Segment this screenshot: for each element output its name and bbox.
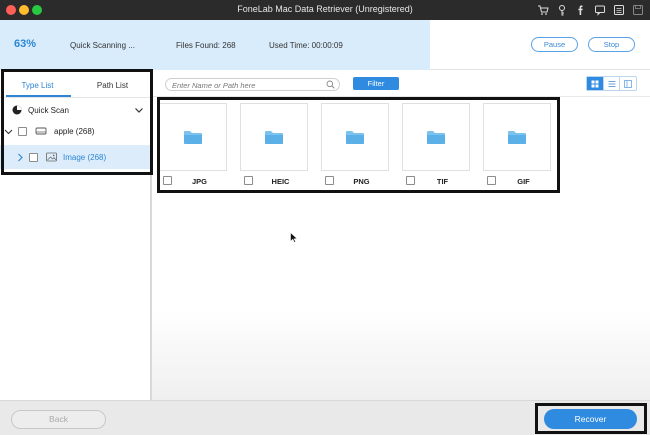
back-button[interactable]: Back	[11, 410, 106, 429]
title-bar: FoneLab Mac Data Retriever (Unregistered…	[0, 0, 650, 20]
folder-icon	[265, 131, 283, 144]
folder-card[interactable]	[321, 103, 389, 171]
category-label: Image (268)	[63, 152, 107, 162]
folder-name: PNG	[353, 177, 370, 186]
pause-button[interactable]: Pause	[531, 37, 578, 52]
folder-name: HEIC	[271, 177, 290, 186]
folder-checkbox[interactable]	[406, 176, 415, 185]
save-icon[interactable]	[631, 3, 644, 16]
chat-icon[interactable]	[593, 3, 606, 16]
disk-checkbox[interactable]	[18, 126, 27, 136]
menu-icon[interactable]	[612, 3, 625, 16]
folder-name: GIF	[517, 177, 530, 186]
folder-checkbox[interactable]	[163, 176, 172, 185]
folder-item-jpg[interactable]: JPG	[158, 103, 227, 187]
folder-grid: JPG HEIC PNG TIF GIF	[158, 103, 551, 187]
key-icon[interactable]	[555, 3, 568, 16]
tab-path-list[interactable]: Path List	[75, 70, 150, 96]
scan-percent: 63%	[14, 38, 37, 50]
disk-label: apple (268)	[54, 126, 95, 136]
folder-checkbox[interactable]	[325, 176, 334, 185]
used-time: Used Time: 00:00:09	[269, 41, 343, 50]
mouse-cursor-icon	[290, 232, 298, 243]
folder-name: TIF	[436, 177, 449, 186]
folder-checkbox[interactable]	[244, 176, 253, 185]
recover-button[interactable]: Recover	[544, 409, 637, 429]
search-box[interactable]	[165, 78, 340, 91]
folder-card[interactable]	[159, 103, 227, 171]
category-checkbox[interactable]	[29, 152, 38, 162]
folder-item-gif[interactable]: GIF	[482, 103, 551, 187]
folder-name: JPG	[191, 177, 207, 186]
toolbar-divider	[152, 96, 650, 97]
facebook-icon[interactable]	[574, 3, 587, 16]
disk-row-apple[interactable]: apple (268)	[0, 119, 150, 143]
image-icon	[46, 152, 57, 162]
folder-icon	[184, 131, 202, 144]
folder-icon	[427, 131, 445, 144]
folder-item-png[interactable]: PNG	[320, 103, 389, 187]
folder-icon	[508, 131, 526, 144]
folder-card[interactable]	[483, 103, 551, 171]
hard-drive-icon	[35, 127, 47, 135]
main-panel: Filter JPG HEIC	[152, 70, 650, 400]
chevron-down-icon[interactable]	[4, 127, 13, 136]
folder-item-tif[interactable]: TIF	[401, 103, 470, 187]
filter-button[interactable]: Filter	[353, 77, 399, 90]
folder-item-heic[interactable]: HEIC	[239, 103, 308, 187]
folder-checkbox[interactable]	[487, 176, 496, 185]
chevron-right-icon[interactable]	[16, 153, 24, 162]
scan-mode-label: Quick Scan	[28, 105, 69, 115]
cart-icon[interactable]	[536, 3, 549, 16]
folder-card[interactable]	[240, 103, 308, 171]
sidebar: Type List Path List Quick Scan apple (26…	[0, 70, 152, 400]
pie-clock-icon	[12, 105, 22, 115]
panel-background-fade	[152, 310, 650, 400]
column-view-icon[interactable]	[620, 77, 636, 90]
view-mode-toggle	[586, 76, 637, 91]
search-input[interactable]	[172, 80, 322, 90]
folder-card[interactable]	[402, 103, 470, 171]
bottom-bar: Back Recover	[0, 400, 650, 435]
tab-type-list[interactable]: Type List	[0, 70, 75, 96]
scan-status-text: Quick Scanning ...	[70, 41, 135, 50]
grid-view-icon[interactable]	[587, 77, 604, 90]
scan-progress-header: 63% Quick Scanning ... Files Found: 268 …	[0, 20, 650, 70]
search-icon[interactable]	[326, 80, 335, 89]
files-found-count: Files Found: 268	[176, 41, 236, 50]
stop-button[interactable]: Stop	[588, 37, 635, 52]
folder-icon	[346, 131, 364, 144]
category-row-image[interactable]: Image (268)	[0, 145, 150, 169]
list-view-icon[interactable]	[604, 77, 621, 90]
chevron-down-icon[interactable]	[134, 105, 144, 115]
